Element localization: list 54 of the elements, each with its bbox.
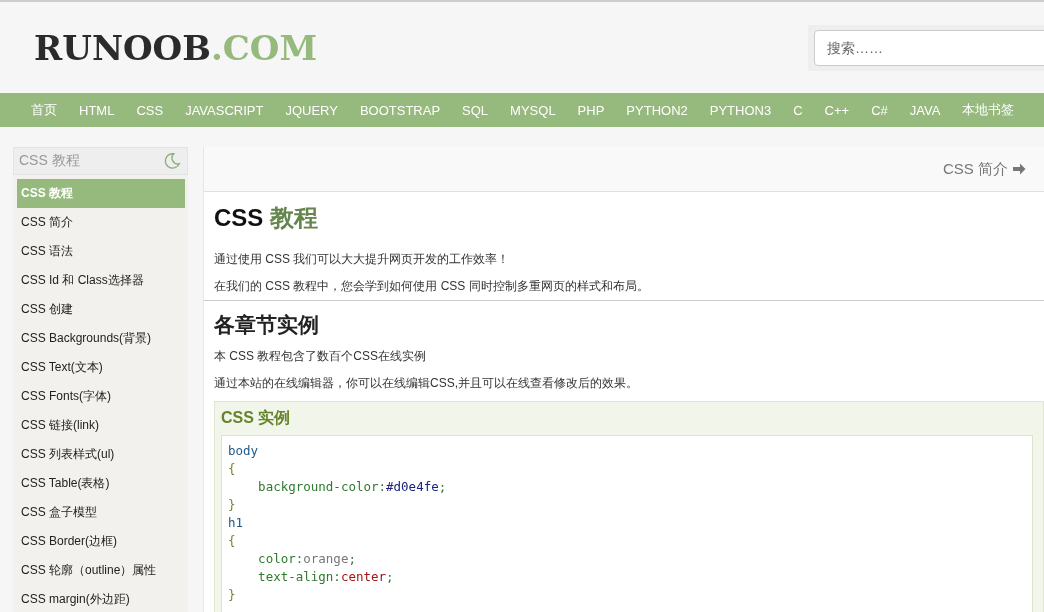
nav-link[interactable]: SQL xyxy=(451,102,500,118)
sidebar-item[interactable]: CSS Backgrounds(背景) xyxy=(17,324,185,353)
search-field[interactable]: 搜索…… xyxy=(814,29,1044,66)
nav-link[interactable]: HTML xyxy=(68,102,126,118)
code-line: color:orange; xyxy=(257,550,357,568)
page-title: CSS xyxy=(214,204,264,231)
nav-link[interactable]: C xyxy=(782,102,814,118)
sidebar-title: CSS 教程 xyxy=(19,152,80,170)
code-line: } xyxy=(228,586,237,604)
sidebar-item[interactable]: CSS Id 和 Class选择器 xyxy=(17,266,185,295)
next-link[interactable]: CSS 简介 xyxy=(943,159,1008,179)
nav-link[interactable]: C# xyxy=(860,102,899,118)
moon-icon[interactable] xyxy=(163,152,181,170)
nav-link[interactable]: PYTHON3 xyxy=(698,102,783,118)
sidebar-item[interactable]: CSS Border(边框) xyxy=(17,527,185,556)
sidebar-item[interactable]: CSS 简介 xyxy=(17,208,185,237)
page-title-accent: 教程 xyxy=(270,204,319,231)
paragraph: 本 CSS 教程包含了数百个CSS在线实例 xyxy=(214,348,427,365)
sidebar-item[interactable]: CSS 轮廓（outline）属性 xyxy=(17,556,185,585)
site-logo[interactable]: RUNOOB.COM xyxy=(34,27,318,68)
example-title: CSS 实例 xyxy=(221,408,292,428)
code-line: { xyxy=(228,532,237,550)
sidebar-item[interactable]: CSS Text(文本) xyxy=(17,353,185,382)
code-line: background-color:#d0e4fe; xyxy=(257,478,448,496)
nav-link[interactable]: 首页 xyxy=(20,101,68,119)
sidebar-item[interactable]: CSS Fonts(字体) xyxy=(17,382,185,411)
arrow-right-icon xyxy=(1012,162,1026,176)
sidebar-item[interactable]: CSS 链接(link) xyxy=(17,411,185,440)
nav-link[interactable]: CSS xyxy=(125,102,175,118)
nav-link[interactable]: JAVASCRIPT xyxy=(174,102,275,118)
nav-link[interactable]: 本地书签 xyxy=(951,101,1026,119)
nav-link[interactable]: BOOTSTRAP xyxy=(348,102,452,118)
sidebar-item[interactable]: CSS 语法 xyxy=(17,237,185,266)
sidebar-item[interactable]: CSS margin(外边距) xyxy=(17,585,185,612)
code-line: } xyxy=(228,496,237,514)
nav-link[interactable]: JAVA xyxy=(898,102,952,118)
code-line: body xyxy=(228,442,260,460)
paragraph: 在我们的 CSS 教程中，您会学到如何使用 CSS 同时控制多重网页的样式和布局。 xyxy=(214,278,650,295)
sidebar-item[interactable]: CSS 创建 xyxy=(17,295,185,324)
nav-link[interactable]: MYSQL xyxy=(499,102,567,118)
sidebar-item[interactable]: CSS 盒子模型 xyxy=(17,498,185,527)
paragraph: 通过本站的在线编辑器，你可以在线编辑CSS,并且可以在线查看修改后的效果。 xyxy=(214,375,639,392)
nav-link[interactable]: C++ xyxy=(813,102,861,118)
nav-link[interactable]: PHP xyxy=(566,102,616,118)
nav-link[interactable]: JQUERY xyxy=(274,102,349,118)
section-title: 各章节实例 xyxy=(214,312,320,338)
sidebar-item[interactable]: CSS Table(表格) xyxy=(17,469,185,498)
paragraph: 通过使用 CSS 我们可以大大提升网页开发的工作效率！ xyxy=(214,251,511,268)
sidebar-item[interactable]: CSS 教程 xyxy=(17,179,185,208)
code-line: text-align:center; xyxy=(257,568,395,586)
nav-link[interactable]: PYTHON2 xyxy=(615,102,699,118)
sidebar-item[interactable]: CSS 列表样式(ul) xyxy=(17,440,185,469)
code-line: h1 xyxy=(228,514,245,532)
code-line: { xyxy=(228,460,237,478)
